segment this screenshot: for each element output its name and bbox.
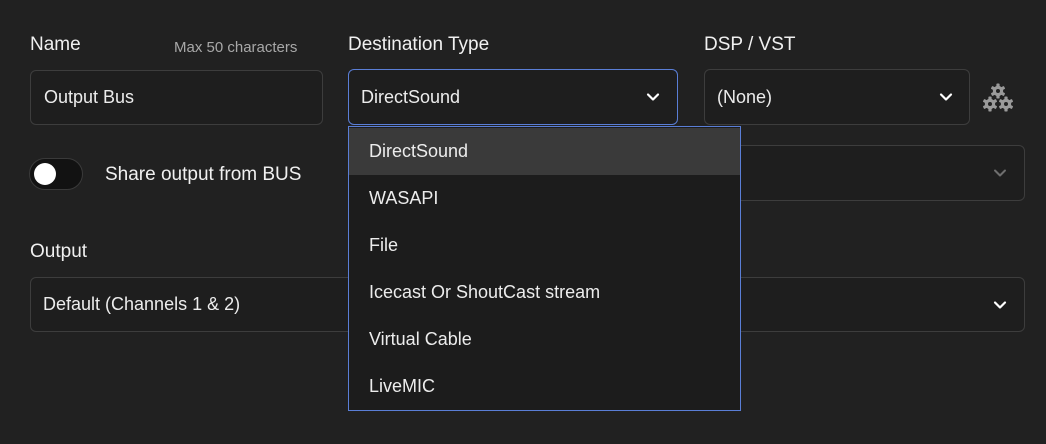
chevron-down-icon: [992, 297, 1008, 313]
destination-option-file[interactable]: File: [349, 222, 740, 269]
output-label: Output: [30, 241, 88, 262]
destination-type-label: Destination Type: [348, 34, 490, 55]
output-value: Default (Channels 1 & 2): [43, 294, 241, 314]
dsp-vst-select[interactable]: (None): [704, 69, 970, 125]
toggle-knob: [34, 163, 56, 185]
bus-settings-panel: Name Max 50 characters Output Bus Destin…: [0, 0, 1046, 444]
destination-type-dropdown: DirectSound WASAPI File Icecast Or Shout…: [348, 126, 741, 411]
destination-option-wasapi[interactable]: WASAPI: [349, 175, 740, 222]
destination-option-directsound[interactable]: DirectSound: [349, 128, 740, 175]
share-output-label: Share output from BUS: [105, 164, 302, 185]
destination-option-livemic[interactable]: LiveMIC: [349, 363, 740, 410]
destination-type-select[interactable]: DirectSound: [348, 69, 678, 125]
name-input[interactable]: Output Bus: [30, 70, 323, 125]
destination-option-virtual-cable[interactable]: Virtual Cable: [349, 316, 740, 363]
destination-type-value: DirectSound: [361, 86, 461, 107]
destination-option-icecast[interactable]: Icecast Or ShoutCast stream: [349, 269, 740, 316]
chevron-down-icon: [645, 89, 661, 105]
dsp-vst-value: (None): [717, 86, 773, 107]
chevron-down-icon: [992, 165, 1008, 181]
dsp-vst-label: DSP / VST: [704, 34, 796, 55]
gears-icon[interactable]: [982, 82, 1014, 114]
name-hint: Max 50 characters: [174, 39, 298, 56]
chevron-down-icon: [938, 89, 954, 105]
name-label: Name: [30, 34, 81, 55]
name-input-value: Output Bus: [44, 87, 135, 107]
share-output-toggle[interactable]: [29, 158, 83, 190]
